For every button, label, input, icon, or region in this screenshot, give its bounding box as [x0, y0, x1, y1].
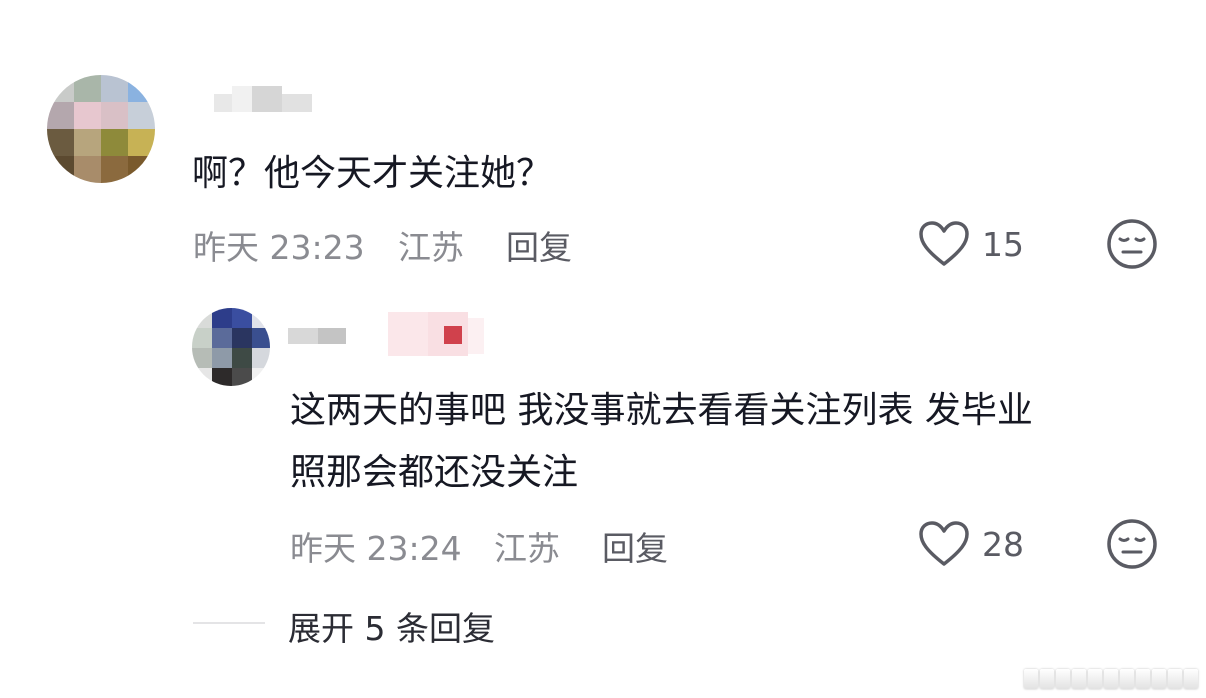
reply-location: 江苏: [494, 529, 560, 568]
comment-text: 啊？他今天才关注她？: [192, 153, 553, 194]
watermark-strip: [1024, 669, 1198, 691]
reply-author-name[interactable]: [288, 312, 488, 360]
reply-time: 昨天 23:24: [290, 529, 462, 568]
comment-location: 江苏: [398, 228, 464, 267]
reply-text-line-1: 这两天的事吧 我没事就去看看关注列表 发毕业: [290, 390, 1033, 431]
expand-divider: [193, 622, 265, 624]
reply-button[interactable]: 回复: [506, 221, 572, 269]
meh-face-icon[interactable]: [1106, 218, 1158, 270]
comment-avatar[interactable]: [47, 75, 155, 183]
expand-replies-button[interactable]: 展开 5 条回复: [288, 602, 495, 650]
heart-outline-icon[interactable]: [918, 220, 970, 268]
reply-text-line-2: 照那会都还没关注: [290, 452, 579, 493]
reply-avatar[interactable]: [192, 308, 270, 386]
meh-face-icon[interactable]: [1106, 518, 1158, 570]
comment-author-name[interactable]: [214, 86, 314, 116]
reply-like-count: 28: [982, 525, 1024, 564]
comment-time: 昨天 23:23: [193, 228, 365, 267]
reply-reply-button[interactable]: 回复: [602, 522, 668, 570]
like-count: 15: [982, 225, 1024, 264]
heart-outline-icon[interactable]: [918, 520, 970, 568]
